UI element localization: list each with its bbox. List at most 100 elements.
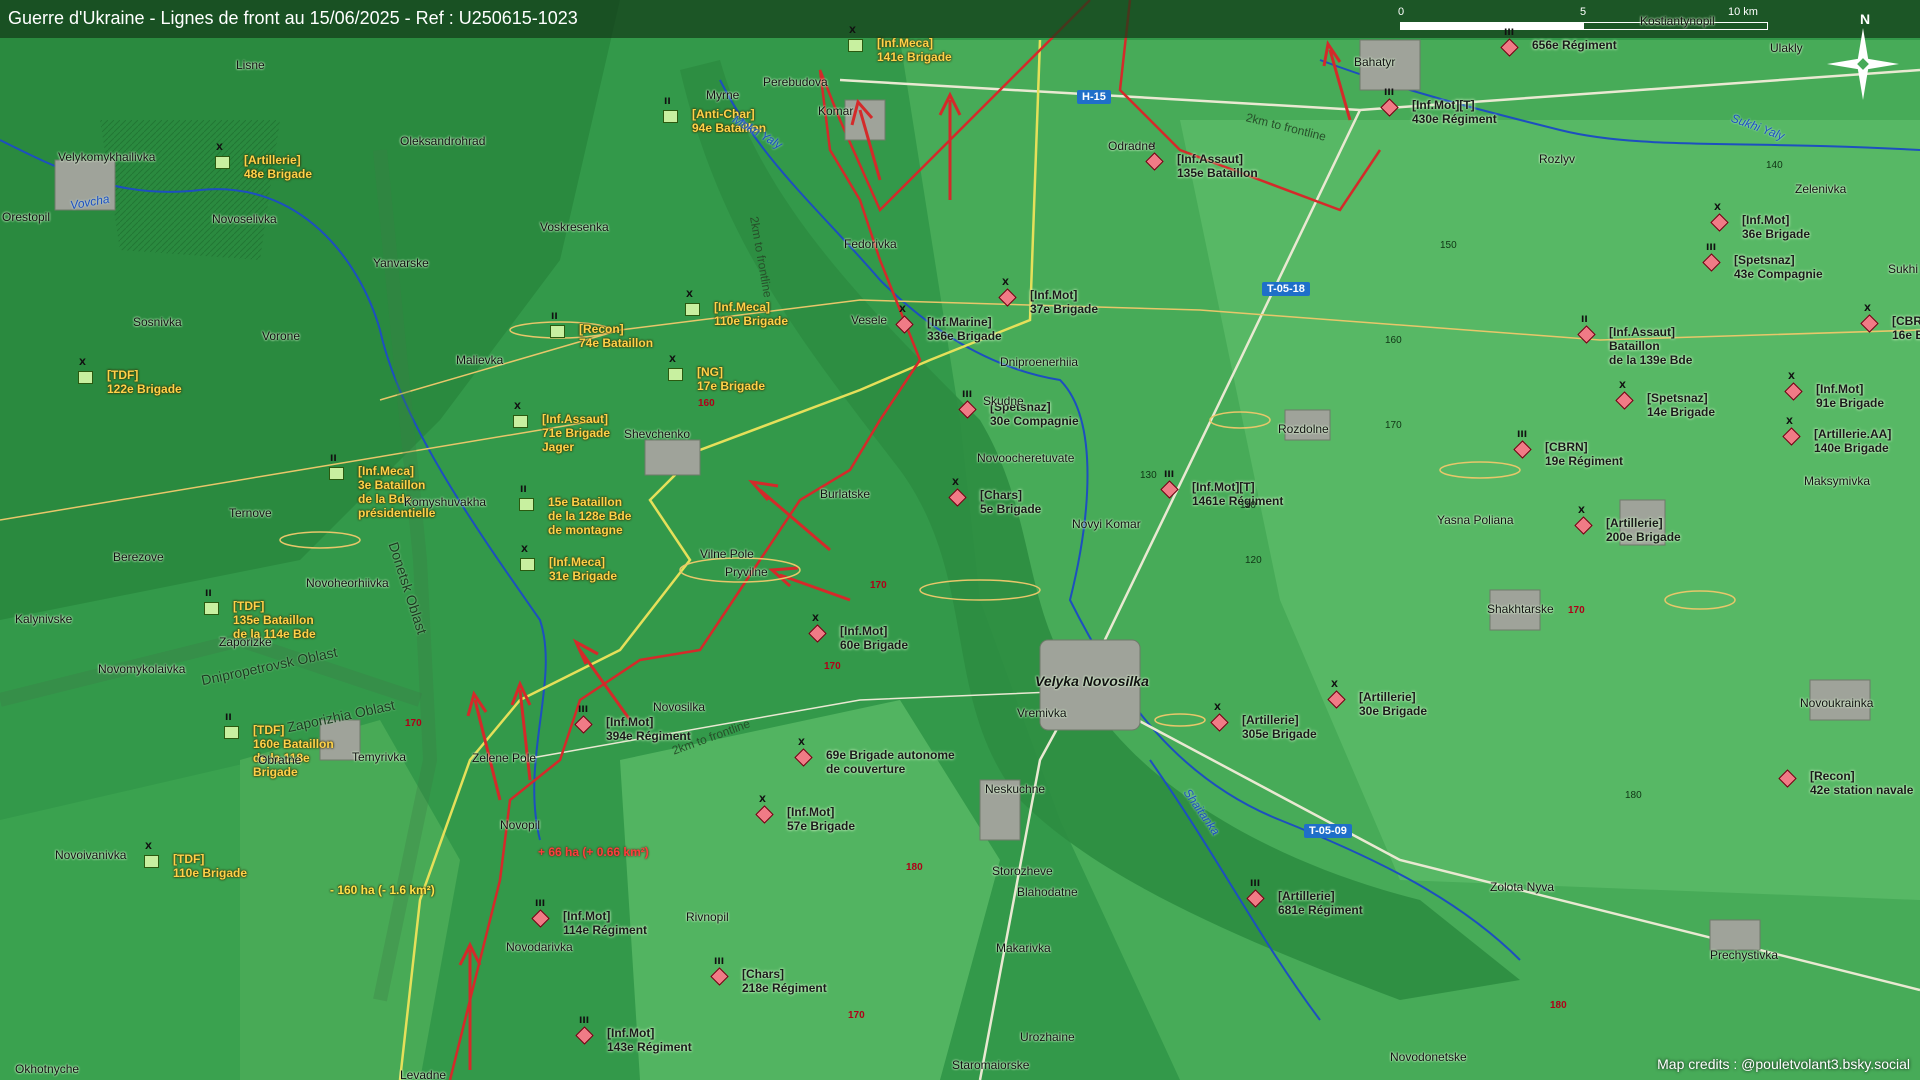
elevation-label: 160 <box>1385 335 1402 346</box>
unit-echelon: X <box>145 842 152 852</box>
place-label: Vorone <box>262 329 301 343</box>
unit-label: [NG] 17e Brigade <box>697 365 766 393</box>
place-label: Storozheve <box>992 864 1053 878</box>
place-label: Malievka <box>456 353 504 367</box>
place-label: Okhotnyche <box>15 1062 80 1076</box>
road-badge: T-05-09 <box>1304 824 1352 838</box>
unit-echelon: X <box>1331 680 1338 690</box>
place-label: Vesele <box>851 313 888 327</box>
place-label: Zolota Nyva <box>1490 880 1555 894</box>
place-label: Zelenivka <box>1795 182 1847 196</box>
map-title: Guerre d'Ukraine - Lignes de front au 15… <box>8 8 578 28</box>
place-label-capital: Velyka Novosilka <box>1035 673 1149 689</box>
unit-label: [Inf.Meca] 141e Brigade <box>877 36 952 64</box>
unit-echelon: III <box>1504 28 1515 38</box>
unit-echelon: X <box>812 614 819 624</box>
unit-label: [Artillerie] 305e Brigade <box>1242 713 1317 741</box>
unit-echelon: X <box>759 795 766 805</box>
place-label: Novyi Komar <box>1072 517 1141 531</box>
unit-echelon: X <box>1214 703 1221 713</box>
place-label: Temyrivka <box>352 750 407 764</box>
place-label: Novoukrainka <box>1800 696 1874 710</box>
unit-echelon: II <box>551 312 558 322</box>
unit-label: [Inf.Meca] 31e Brigade <box>549 555 618 583</box>
unit-echelon: X <box>1788 372 1795 382</box>
unit-label: [CBRN]16e Brigade <box>1892 314 1920 342</box>
ukraine-unit-icon <box>663 110 678 123</box>
place-label: Vilne Pole <box>700 547 754 561</box>
place-label: Novosilka <box>653 700 706 714</box>
elevation-label-red: 180 <box>906 862 923 873</box>
ukraine-unit-icon <box>520 558 535 571</box>
elevation-label: 130 <box>1140 470 1157 481</box>
compass-icon: N <box>1827 11 1899 100</box>
unit-label: [Inf.Mot] 37e Brigade <box>1030 288 1099 316</box>
unit-label: [Artillerie.AA] 140e Brigade <box>1814 427 1892 455</box>
map-canvas[interactable]: Guerre d'Ukraine - Lignes de front au 15… <box>0 0 1920 1080</box>
unit-echelon: II <box>225 713 232 723</box>
place-label: Voskresenka <box>540 220 609 234</box>
scale-label-10: 10 km <box>1728 6 1758 18</box>
unit-label: [Inf.Mot] 36e Brigade <box>1742 213 1811 241</box>
place-label: Ternove <box>229 506 272 520</box>
elevation-label: 170 <box>1385 420 1402 431</box>
unit-echelon: X <box>798 738 805 748</box>
unit-echelon: X <box>216 143 223 153</box>
unit-label: [Inf.Meca] 110e Brigade <box>714 300 789 328</box>
place-label: Rozlyv <box>1539 152 1576 166</box>
unit-echelon: X <box>1578 506 1585 516</box>
ukraine-unit-icon <box>329 467 344 480</box>
unit-echelon: III <box>1706 243 1717 253</box>
place-label: Oleksandrohrad <box>400 134 486 148</box>
place-label: Ulakly <box>1770 41 1803 55</box>
unit-label: [Inf.Mot][T] 430e Régiment <box>1412 98 1497 126</box>
place-label: Odradne <box>1108 139 1155 153</box>
unit-echelon: X <box>514 402 521 412</box>
place-label: Novoselivka <box>212 212 277 226</box>
place-label: Vremivka <box>1017 706 1067 720</box>
road-badge: T-05-18 <box>1262 282 1310 296</box>
compass-label: N <box>1860 11 1870 27</box>
place-label: Zaporizke <box>219 635 272 649</box>
place-label: Yasna Poliana <box>1437 513 1514 527</box>
elevation-label-red: 160 <box>698 398 715 409</box>
scale-fill <box>1401 23 1584 29</box>
place-label: Shakhtarske <box>1487 602 1554 616</box>
territory-gain-label: + 66 ha (+ 0.66 km²) <box>538 845 649 859</box>
place-label: Neskuchne <box>985 782 1046 796</box>
place-label: Dniproenerhiia <box>1000 355 1079 369</box>
ukraine-unit-icon <box>204 602 219 615</box>
unit-echelon: III <box>1164 470 1175 480</box>
unit-echelon: X <box>1786 417 1793 427</box>
unit-label: [Recon] 74e Bataillon <box>579 322 654 350</box>
ukraine-unit-icon <box>848 39 863 52</box>
unit-echelon: X <box>669 355 676 365</box>
unit-label: [Inf.Mot] 114e Régiment <box>563 909 648 937</box>
unit-label: [TDF] 122e Brigade <box>107 368 182 396</box>
elevation-label-red: 170 <box>870 580 887 591</box>
unit-echelon: III <box>535 899 546 909</box>
unit-echelon: X <box>1002 278 1009 288</box>
unit-label: [Spetsnaz] 43e Compagnie <box>1734 253 1823 281</box>
territory-loss-label: - 160 ha (- 1.6 km²) <box>330 883 435 897</box>
unit-echelon: X <box>849 26 856 36</box>
ukraine-unit-icon <box>144 855 159 868</box>
place-label: Levadne <box>400 1068 447 1080</box>
place-label: Komyshuvakha <box>404 495 487 509</box>
unit-echelon: X <box>1864 304 1871 314</box>
scale-label-0: 0 <box>1398 6 1405 18</box>
place-label: Myrne <box>706 88 740 102</box>
unit-label: [Artillerie] 681e Régiment <box>1278 889 1363 917</box>
place-label: Fedorivka <box>844 237 897 251</box>
unit-label: [Inf.Meca] 3e Bataillon de la Bde président… <box>358 464 436 520</box>
unit-label: [Spetsnaz] 14e Brigade <box>1647 391 1716 419</box>
place-label: Staromaiorske <box>952 1058 1030 1072</box>
unit-echelon: III <box>962 390 973 400</box>
unit-echelon: X <box>1619 381 1626 391</box>
place-label: Rivnopil <box>686 910 729 924</box>
unit-echelon: II <box>330 454 337 464</box>
unit-echelon: III <box>714 957 725 967</box>
place-label: Yanvarske <box>373 256 429 270</box>
elevation-label-red: 180 <box>1550 1000 1567 1011</box>
unit-label: 656e Régiment <box>1532 38 1617 52</box>
